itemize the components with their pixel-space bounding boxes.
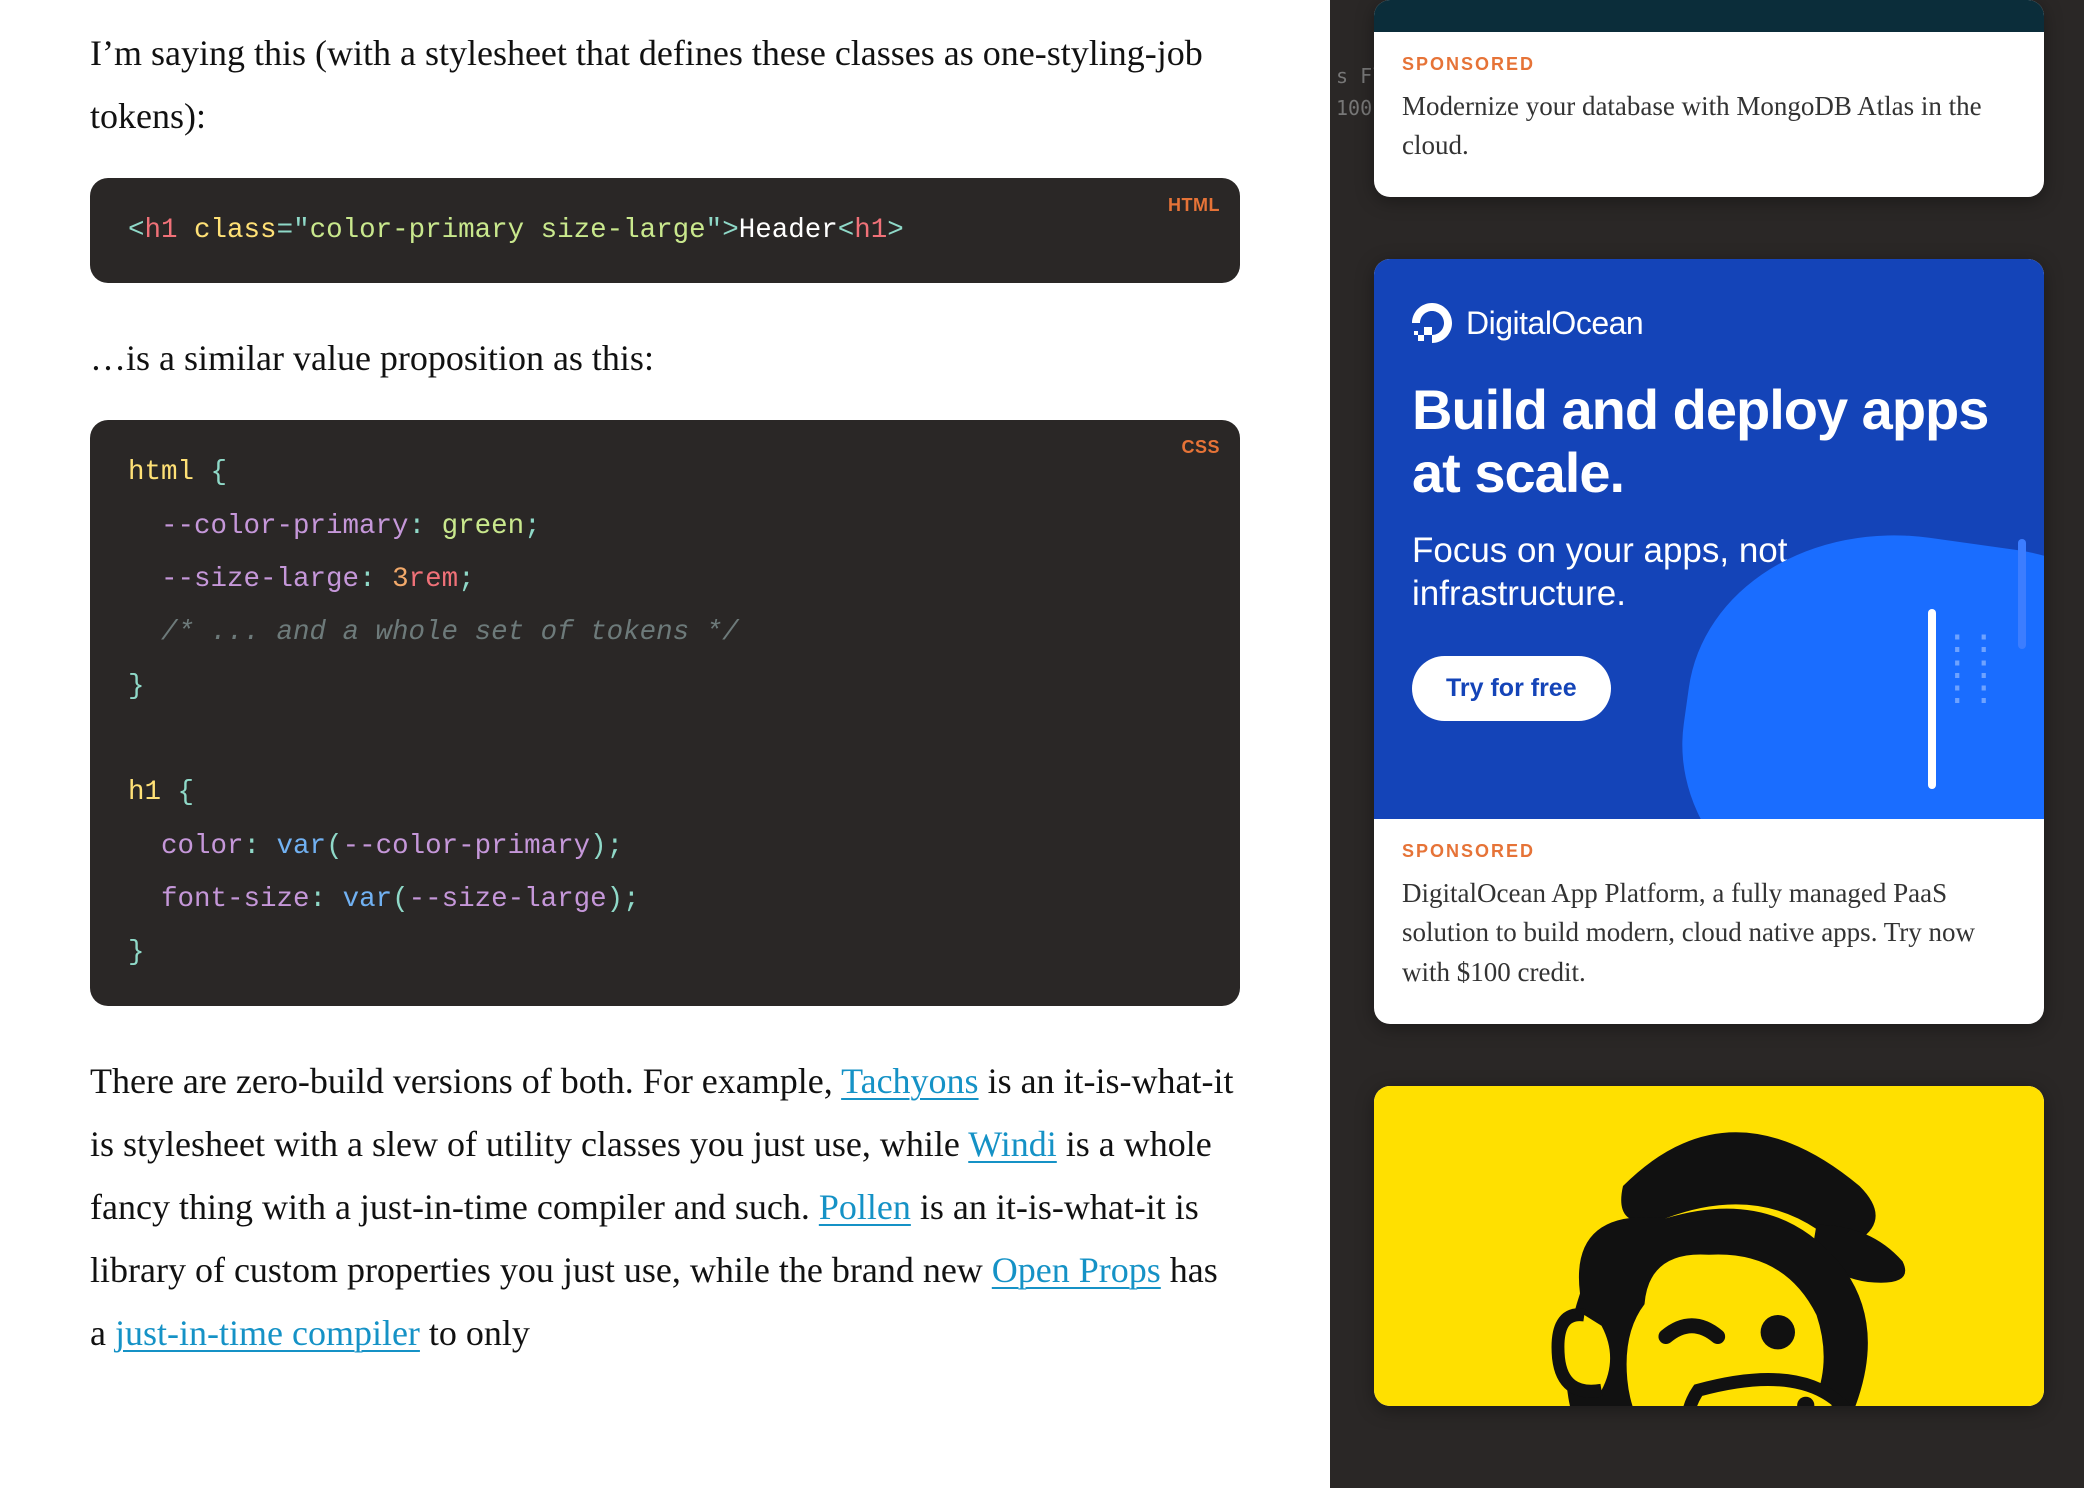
code-line: h1 {	[128, 766, 1202, 819]
ad-hero: :::::: DigitalOcean Build and deploy app…	[1374, 259, 2044, 819]
ad-headline: Build and deploy apps at scale.	[1412, 379, 2006, 504]
code-line: html {	[128, 446, 1202, 499]
code-language-badge: CSS	[1181, 430, 1220, 465]
code-line: font-size: var(--size-large);	[128, 873, 1202, 926]
ad-hero	[1374, 1086, 2044, 1406]
ad-image-strip	[1374, 0, 2044, 32]
cta-button[interactable]: Try for free	[1412, 656, 1611, 721]
code-line: --color-primary: green;	[128, 500, 1202, 553]
code-language-badge: HTML	[1168, 188, 1220, 223]
code-line: --size-large: 3rem;	[128, 553, 1202, 606]
link-pollen[interactable]: Pollen	[819, 1187, 911, 1227]
article-paragraph: I’m saying this (with a stylesheet that …	[90, 22, 1240, 148]
brand-name: DigitalOcean	[1466, 305, 1643, 342]
ad-text: DigitalOcean App Platform, a fully manag…	[1402, 874, 2016, 991]
decorative-line	[2018, 539, 2026, 649]
link-open-props[interactable]: Open Props	[992, 1250, 1161, 1290]
sidebar: s Fl 100 SPONSORED Modernize your databa…	[1330, 0, 2084, 1488]
digitalocean-logo: DigitalOcean	[1412, 303, 2006, 343]
ad-text: Modernize your database with MongoDB Atl…	[1402, 87, 2016, 165]
code-line: /* ... and a whole set of tokens */	[128, 606, 1202, 659]
code-line: }	[128, 660, 1202, 713]
code-block-html: HTML <h1 class="color-primary size-large…	[90, 178, 1240, 283]
code-line: }	[128, 926, 1202, 979]
article-paragraph: …is a similar value proposition as this:	[90, 327, 1240, 390]
ad-card-digitalocean[interactable]: :::::: DigitalOcean Build and deploy app…	[1374, 259, 2044, 1023]
code-line: <h1 class="color-primary size-large">Hea…	[128, 204, 1202, 257]
article-main: I’m saying this (with a stylesheet that …	[0, 0, 1330, 1488]
article-paragraph: There are zero-build versions of both. F…	[90, 1050, 1240, 1365]
code-line: color: var(--color-primary);	[128, 820, 1202, 873]
code-line	[128, 713, 1202, 766]
link-windi[interactable]: Windi	[968, 1124, 1057, 1164]
sponsored-label: SPONSORED	[1402, 841, 2016, 862]
decorative-dots: ::::::	[1947, 629, 2000, 706]
ad-card-mongodb[interactable]: SPONSORED Modernize your database with M…	[1374, 0, 2044, 197]
sponsored-label: SPONSORED	[1402, 54, 2016, 75]
digitalocean-icon	[1412, 303, 1452, 343]
mailchimp-freddie-icon	[1494, 1100, 1924, 1406]
link-tachyons[interactable]: Tachyons	[841, 1061, 978, 1101]
ad-card-mailchimp[interactable]	[1374, 1086, 2044, 1406]
decorative-line	[1928, 609, 1936, 789]
code-block-css: CSS html { --color-primary: green; --siz…	[90, 420, 1240, 1005]
link-jit-compiler[interactable]: just-in-time compiler	[115, 1313, 420, 1353]
